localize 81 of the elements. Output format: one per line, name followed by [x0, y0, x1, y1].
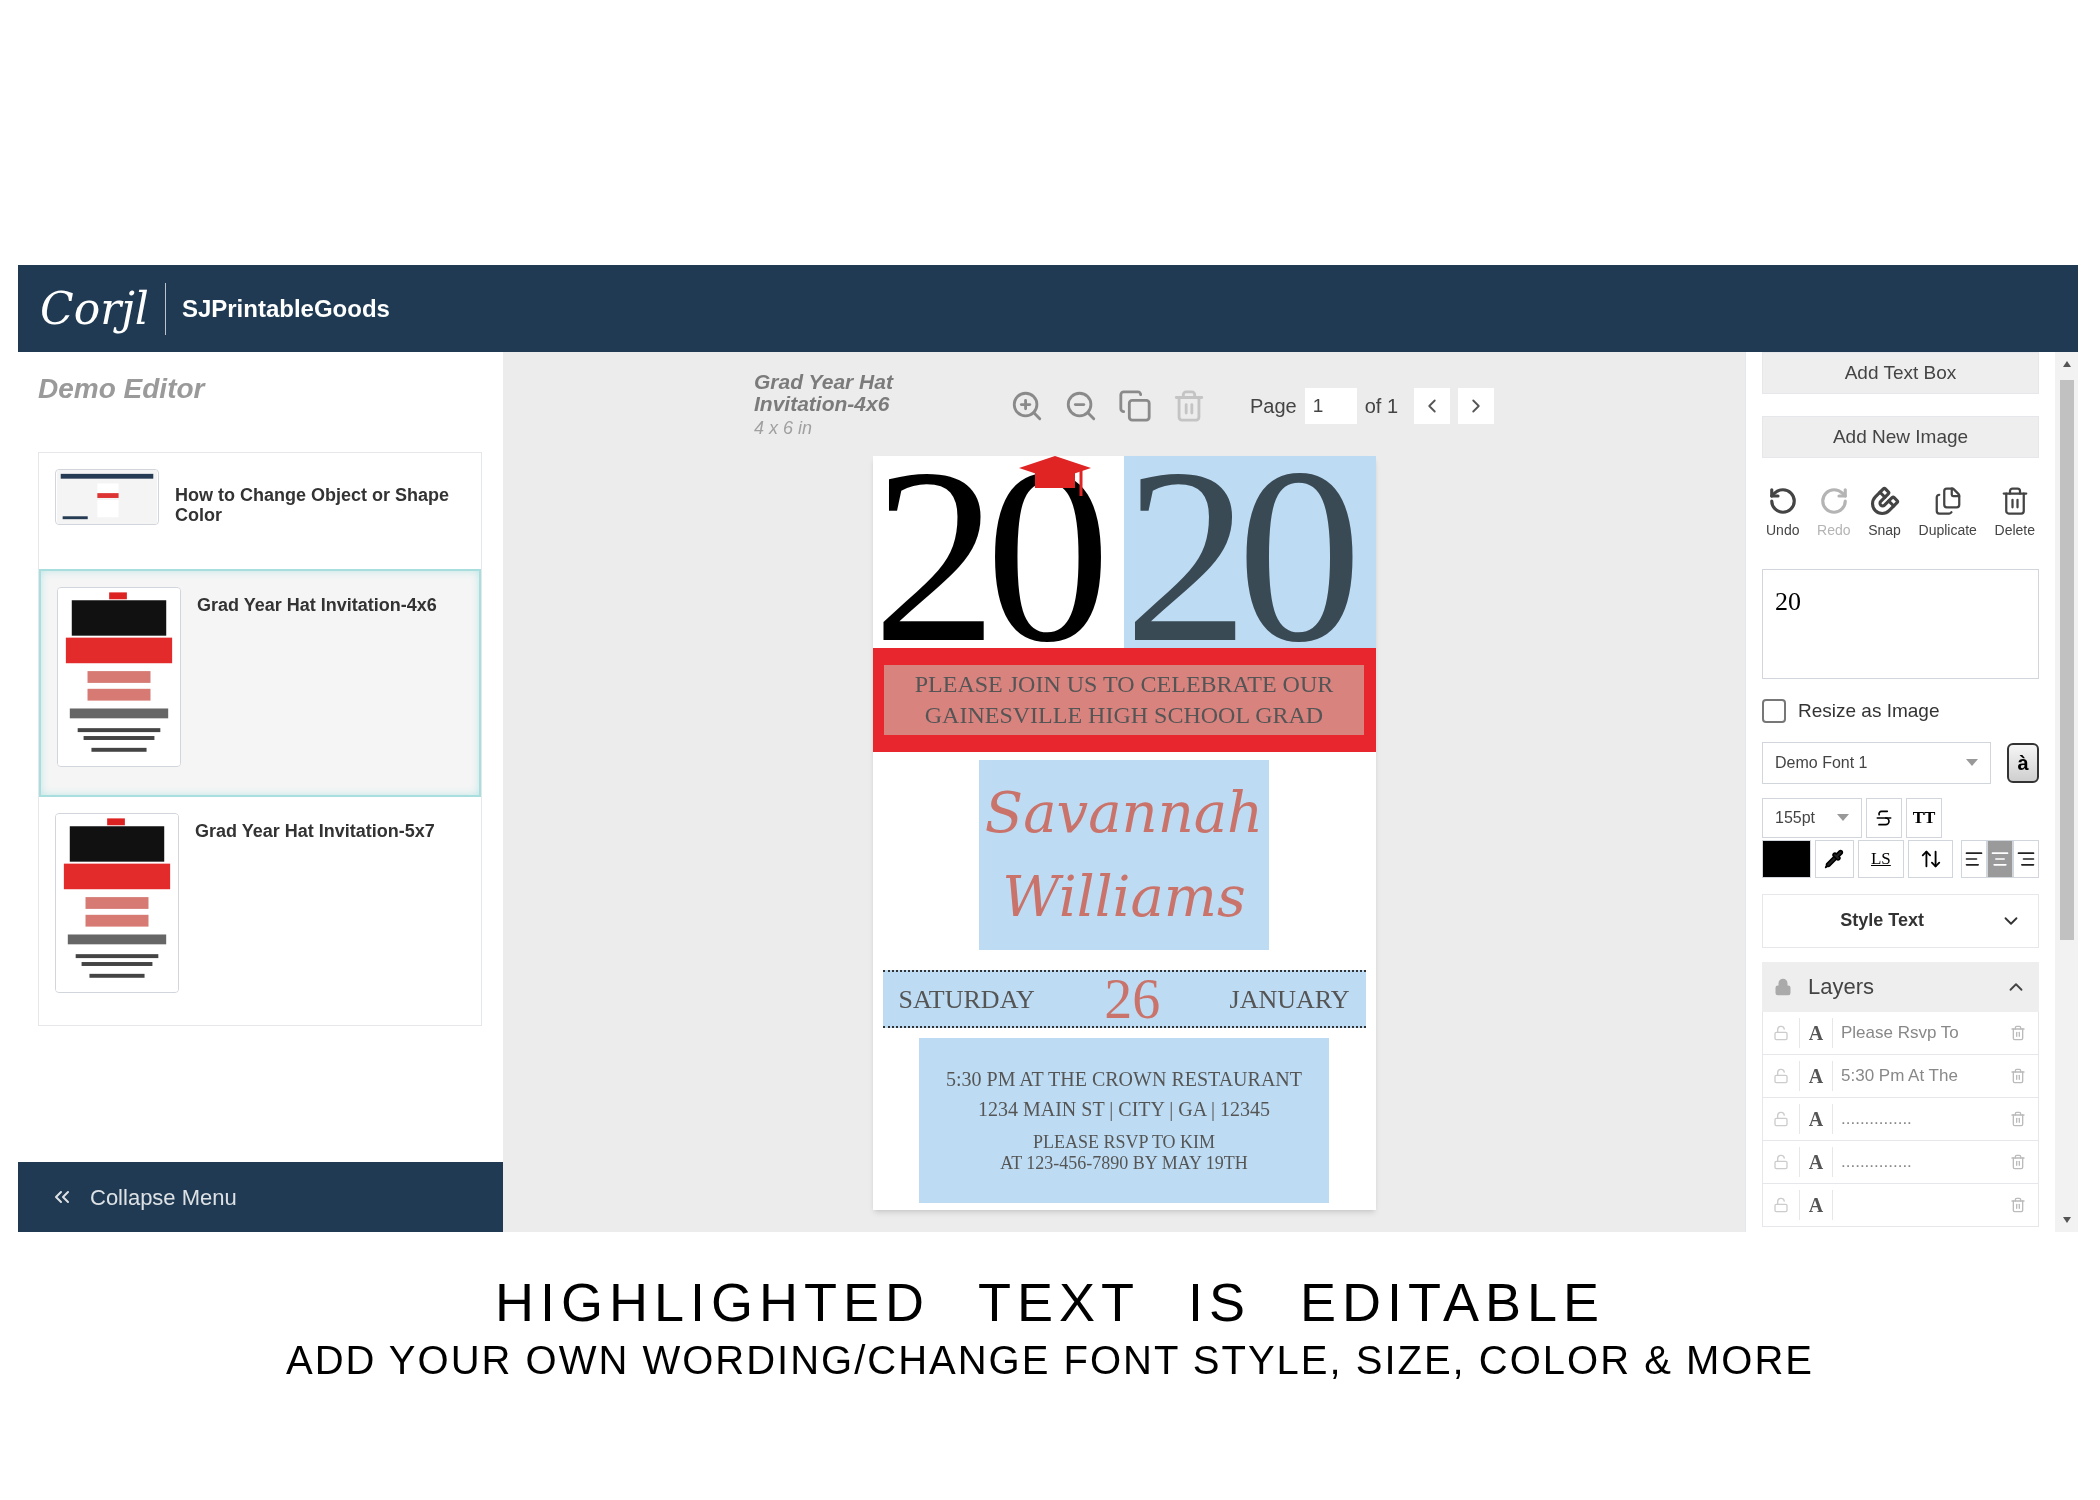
- tool-button[interactable]: Snap: [1868, 486, 1901, 541]
- delete-icon[interactable]: [2010, 1153, 2026, 1170]
- layer-name: ...............: [1840, 1107, 1913, 1130]
- unlock-icon: [1773, 1067, 1789, 1084]
- copy-icon: [1117, 389, 1152, 423]
- lock-icon: [1774, 977, 1792, 996]
- layer-row[interactable]: A ...............: [1762, 1097, 2039, 1141]
- scrollbar[interactable]: [2055, 352, 2078, 1232]
- template-title: Grad Year Hat Invitation-5x7: [195, 821, 435, 843]
- page-label: Page: [1249, 394, 1297, 419]
- previous-page-button[interactable]: [1414, 388, 1450, 424]
- layer-type: A: [1799, 1103, 1833, 1134]
- unlock-icon: [1773, 1110, 1789, 1127]
- caption-subtitle: ADD YOUR OWN WORDING/CHANGE FONT STYLE, SIZE, COLOR & MORE: [286, 1337, 1814, 1384]
- delete-icon[interactable]: [2010, 1196, 2026, 1213]
- eyedropper-button[interactable]: [1814, 839, 1854, 878]
- shop-name: SJPrintableGoods: [181, 293, 390, 324]
- resize-label: Resize as Image: [1798, 699, 1940, 723]
- layer-name: 5:30 Pm At The: [1840, 1064, 1959, 1087]
- layer-row[interactable]: A ...............: [1762, 1140, 2039, 1184]
- font-select[interactable]: Demo Font 1: [1762, 741, 1991, 784]
- tool-button[interactable]: Undo: [1766, 486, 1800, 541]
- date-month: JANUARY: [1229, 983, 1350, 1016]
- template-item[interactable]: Grad Year Hat Invitation-4x6: [39, 569, 481, 797]
- font-size-select[interactable]: 155pt: [1762, 797, 1862, 838]
- add-button[interactable]: Add Text Box: [1762, 352, 2039, 394]
- template-title: Grad Year Hat Invitation-4x6: [197, 595, 437, 617]
- layer-type: A: [1799, 1146, 1833, 1177]
- resize-checkbox[interactable]: [1762, 699, 1786, 724]
- page-count: of 1: [1364, 394, 1398, 419]
- align-button[interactable]: [1961, 839, 1987, 878]
- copy-button[interactable]: [1117, 389, 1152, 423]
- text-input[interactable]: 20: [1762, 569, 2039, 679]
- layer-row[interactable]: A Please Rsvp To: [1762, 1011, 2039, 1055]
- date-row[interactable]: SATURDAY 26 JANUARY: [882, 970, 1366, 1028]
- scroll-up-icon[interactable]: [2061, 360, 2072, 368]
- eyedropper-icon: [1824, 848, 1845, 869]
- undo-icon: [1767, 486, 1798, 516]
- page-input[interactable]: 1: [1304, 388, 1357, 424]
- add-button[interactable]: Add New Image: [1762, 416, 2039, 458]
- color-swatch[interactable]: [1762, 839, 1811, 878]
- tool-button[interactable]: Delete: [1994, 486, 2035, 541]
- caret-icon: [1837, 814, 1849, 821]
- caption-title: HIGHLIGHTED TEXT IS EDITABLE: [494, 1271, 1606, 1334]
- redo-icon: [1818, 486, 1849, 516]
- caps-button[interactable]: TT: [1906, 797, 1942, 838]
- align-button[interactable]: [2013, 839, 2039, 878]
- unlock-icon: [1773, 1153, 1789, 1170]
- strikethrough-button[interactable]: [1866, 797, 1902, 838]
- unlock-icon: [1773, 1024, 1789, 1041]
- style-text-dropdown[interactable]: Style Text: [1762, 893, 2039, 948]
- details-text[interactable]: 5:30 PM AT THE CROWN RESTAURANT 1234 MAIN ST | CITY | GA | 12345 PLEASE RSVP TO KIM AT 123-456-7890 BY MAY 19TH: [919, 1038, 1329, 1203]
- layer-type: A: [1799, 1017, 1833, 1048]
- layer-name: ...............: [1840, 1150, 1913, 1173]
- layer-name: Please Rsvp To: [1840, 1021, 1960, 1044]
- year-digits[interactable]: 20: [872, 456, 1124, 648]
- delete-icon[interactable]: [2010, 1067, 2026, 1084]
- letter-spacing-button[interactable]: LS: [1857, 839, 1905, 878]
- layer-row[interactable]: A: [1762, 1183, 2039, 1227]
- date-day: SATURDAY: [898, 979, 1035, 1019]
- line-spacing-button[interactable]: [1908, 839, 1953, 878]
- delete-icon[interactable]: [2010, 1110, 2026, 1127]
- design-title: Grad Year Hat Invitation-4x6: [754, 370, 895, 415]
- year-digits[interactable]: 20: [1124, 456, 1376, 648]
- design-size: 4 x 6 in: [754, 416, 814, 440]
- layers-header[interactable]: Layers: [1762, 961, 2039, 1012]
- sidebar-title: Demo Editor: [38, 372, 207, 406]
- unlock-icon: [1773, 1196, 1789, 1213]
- layer-type: A: [1799, 1060, 1833, 1091]
- template-title: How to Change Object or Shape Color: [175, 485, 451, 527]
- caret-icon: [1966, 759, 1978, 766]
- date-number: 26: [1104, 971, 1161, 1027]
- tool-button[interactable]: Duplicate: [1918, 486, 1977, 541]
- scroll-down-icon[interactable]: [2061, 1216, 2072, 1224]
- collapse-menu-button[interactable]: Collapse Menu: [18, 1162, 503, 1232]
- next-page-button[interactable]: [1458, 388, 1494, 424]
- delete-icon[interactable]: [2010, 1024, 2026, 1041]
- magnet-icon: [1869, 486, 1900, 516]
- layer-type: A: [1799, 1189, 1833, 1220]
- layer-row[interactable]: A 5:30 Pm At The: [1762, 1054, 2039, 1098]
- font-button[interactable]: à: [2007, 742, 2039, 783]
